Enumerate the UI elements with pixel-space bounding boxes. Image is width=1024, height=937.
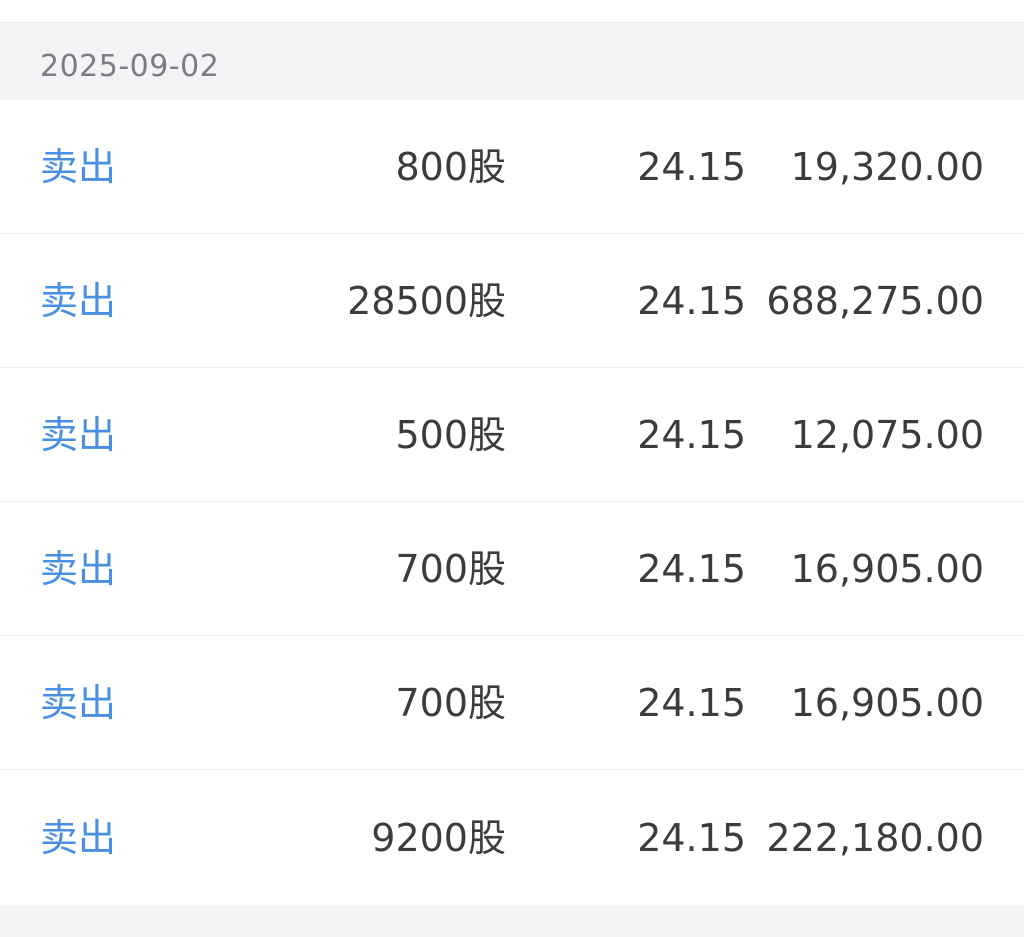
trade-list: 卖出 800股 24.15 19,320.00 卖出 28500股 24.15 … (0, 100, 1024, 905)
trade-amount: 12,075.00 (790, 412, 984, 457)
trade-row[interactable]: 卖出 500股 24.15 12,075.00 (0, 368, 1024, 502)
trade-amount: 16,905.00 (790, 546, 984, 591)
date-group-header: 2025-09-02 (0, 23, 1024, 100)
trade-type: 卖出 (40, 278, 117, 323)
trade-price: 24.15 (637, 412, 746, 457)
next-section-strip (0, 909, 1024, 937)
trade-price: 24.15 (637, 278, 746, 323)
trade-quantity: 9200股 (371, 815, 506, 860)
trade-type: 卖出 (40, 815, 117, 860)
trade-type: 卖出 (40, 680, 117, 725)
trade-row[interactable]: 卖出 28500股 24.15 688,275.00 (0, 234, 1024, 368)
trade-amount: 19,320.00 (790, 144, 984, 189)
trade-type: 卖出 (40, 144, 117, 189)
trade-quantity: 700股 (395, 546, 506, 591)
trade-quantity: 700股 (395, 680, 506, 725)
trade-type: 卖出 (40, 546, 117, 591)
date-label: 2025-09-02 (40, 49, 220, 84)
trade-quantity: 800股 (395, 144, 506, 189)
trade-row[interactable]: 卖出 700股 24.15 16,905.00 (0, 502, 1024, 636)
trade-price: 24.15 (637, 546, 746, 591)
trade-amount: 688,275.00 (766, 278, 984, 323)
trade-price: 24.15 (637, 815, 746, 860)
trade-amount: 222,180.00 (766, 815, 984, 860)
trade-quantity: 500股 (395, 412, 506, 457)
trade-price: 24.15 (637, 144, 746, 189)
trade-price: 24.15 (637, 680, 746, 725)
trade-row[interactable]: 卖出 700股 24.15 16,905.00 (0, 636, 1024, 770)
trade-row[interactable]: 卖出 9200股 24.15 222,180.00 (0, 770, 1024, 905)
trade-row[interactable]: 卖出 800股 24.15 19,320.00 (0, 100, 1024, 234)
trade-type: 卖出 (40, 412, 117, 457)
trade-amount: 16,905.00 (790, 680, 984, 725)
previous-section-strip (0, 0, 1024, 22)
trade-quantity: 28500股 (347, 278, 506, 323)
